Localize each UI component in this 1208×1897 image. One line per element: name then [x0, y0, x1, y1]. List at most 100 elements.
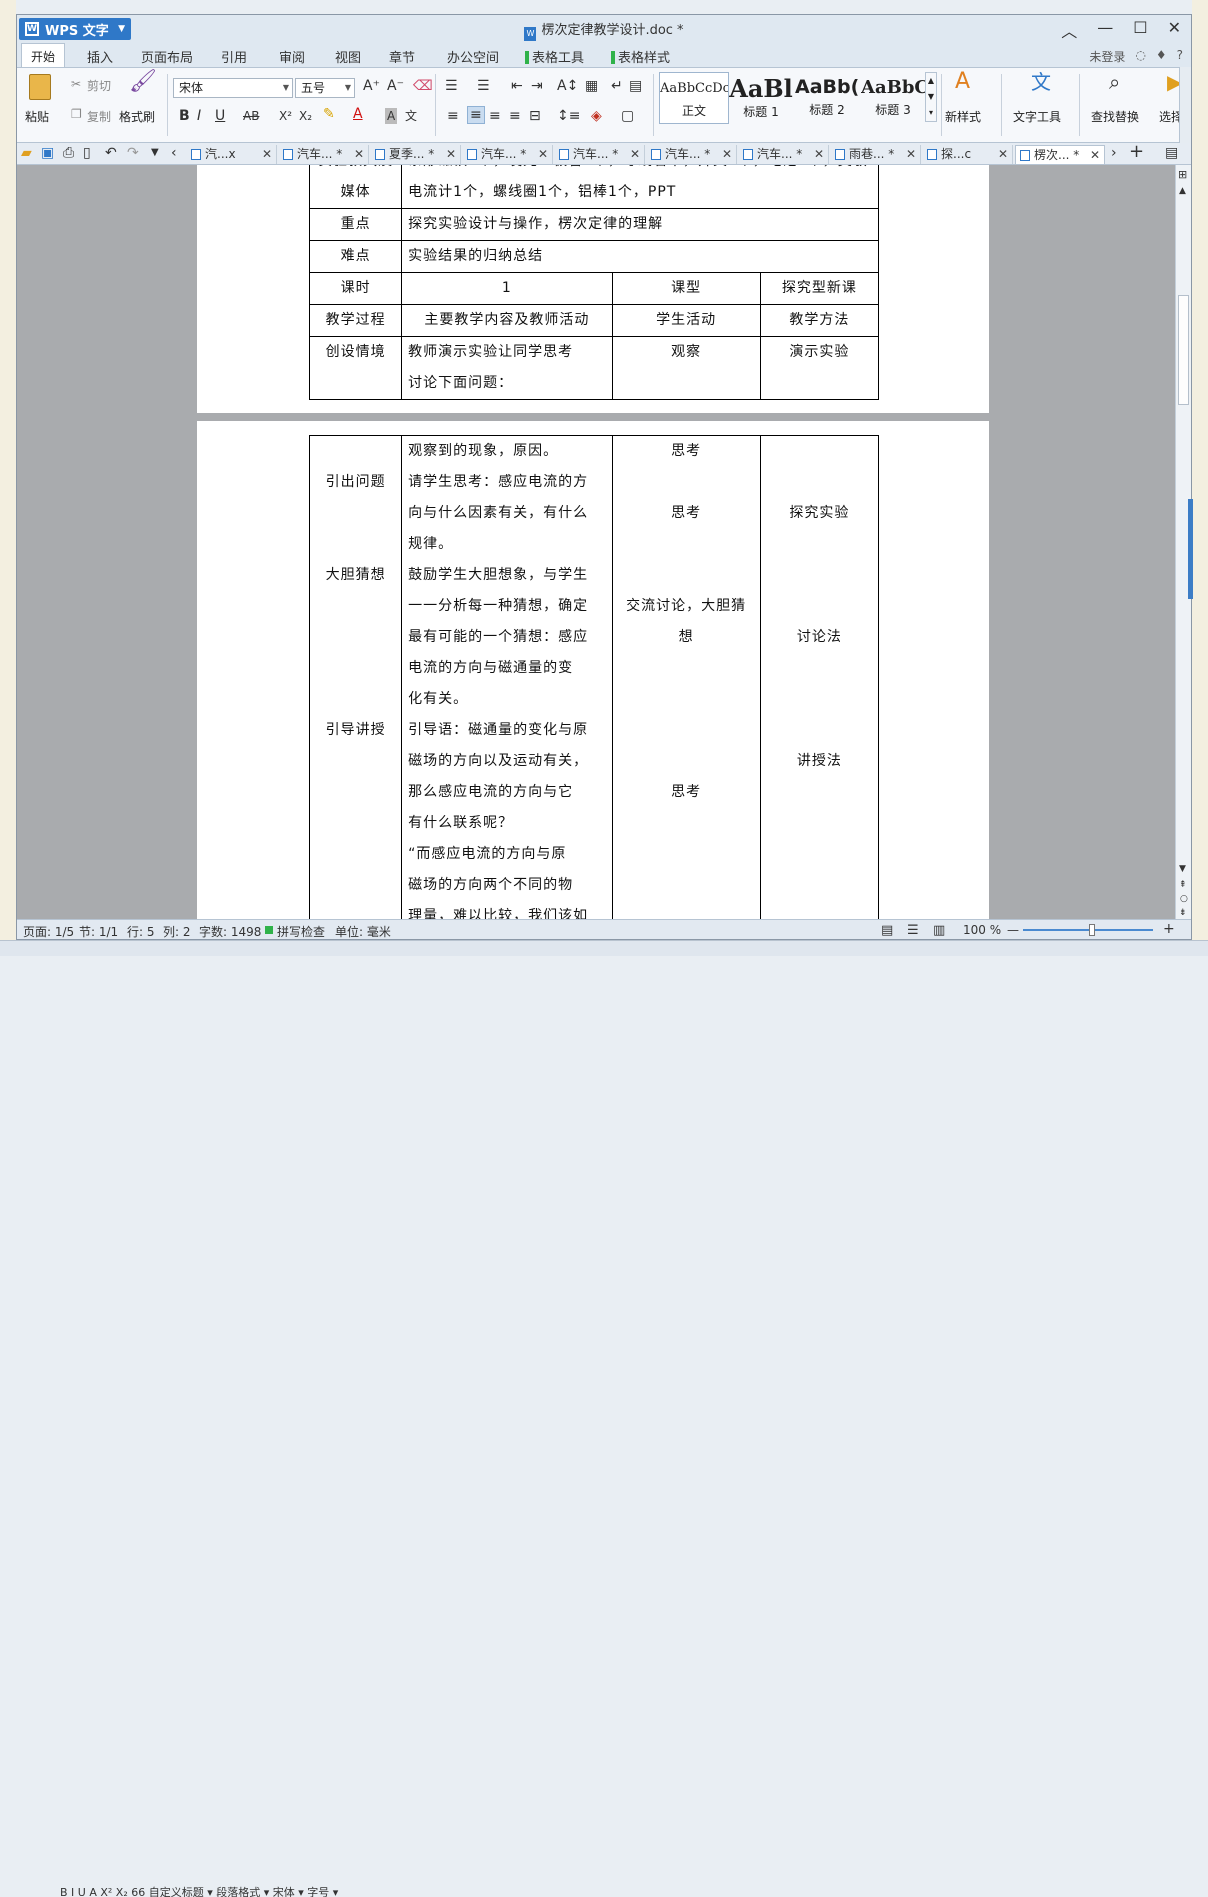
bold-icon[interactable]: B [179, 108, 190, 124]
shading-icon[interactable]: ◈ [591, 108, 602, 124]
tab-table-style[interactable]: 表格样式 [611, 47, 670, 66]
font-name-combo[interactable]: 宋体 ▼ [173, 78, 293, 98]
status-unit[interactable]: 单位: 毫米 [335, 923, 391, 940]
style-heading-3[interactable]: AaBbC 标题 3 [861, 72, 925, 122]
skin-icon[interactable]: ◌ [1135, 48, 1145, 65]
tabs-scroll-left-icon[interactable]: ‹ [171, 145, 177, 161]
shrink-font-icon[interactable]: A⁻ [387, 78, 404, 94]
table-cell[interactable]: 难点 [308, 240, 403, 273]
close-button[interactable]: ✕ [1168, 18, 1181, 42]
web-view-icon[interactable]: ▥ [933, 923, 945, 938]
doc-tab[interactable]: 汽车... * ✕ [647, 145, 737, 164]
subscript-icon[interactable]: X₂ [299, 108, 312, 124]
scroll-down-icon[interactable]: ▼ [1179, 861, 1186, 877]
align-center-icon[interactable]: ≡ [467, 106, 485, 124]
tab-review[interactable]: 审阅 [279, 47, 305, 66]
copy-icon[interactable]: ❐ [71, 106, 82, 122]
align-right-icon[interactable]: ≡ [489, 108, 501, 124]
tab-view[interactable]: 视图 [335, 47, 361, 66]
tab-list-icon[interactable]: ▤ [1165, 145, 1178, 161]
italic-icon[interactable]: I [197, 108, 201, 124]
help-button[interactable]: ? [1177, 48, 1183, 65]
collapse-ribbon-button[interactable]: ︿ [1061, 18, 1077, 42]
scroll-up-icon[interactable]: ▲ [1179, 183, 1186, 199]
strikethrough-icon[interactable]: AB [243, 108, 259, 124]
underline-icon[interactable]: U [215, 108, 225, 124]
distribute-icon[interactable]: ⊟ [529, 108, 541, 124]
table-cell[interactable]: 学生活动 [611, 304, 761, 337]
style-heading-1[interactable]: AaBl 标题 1 [729, 72, 793, 122]
doc-tab[interactable]: 汽车... * ✕ [279, 145, 369, 164]
char-shading-icon[interactable]: A [385, 108, 398, 124]
print-preview-icon[interactable]: ▯ [83, 145, 91, 161]
quick-access-menu-icon[interactable]: ▼ [151, 145, 159, 161]
ribbon-scroll-button[interactable] [1179, 67, 1191, 143]
table-cell[interactable]: 重点 [308, 208, 403, 241]
table-cell[interactable]: 探究实验设计与操作，楞次定律的理解 [401, 208, 879, 241]
table-cell[interactable]: 演示实验 [759, 336, 880, 400]
format-painter-label[interactable]: 格式刷 [119, 108, 155, 125]
text-tools-label[interactable]: 文字工具 [1013, 108, 1061, 125]
line-spacing-icon[interactable]: ↕≡ [557, 108, 580, 124]
tab-page-layout[interactable]: 页面布局 [141, 47, 193, 66]
text-tools-icon[interactable]: 文 [1031, 72, 1051, 92]
superscript-icon[interactable]: X² [279, 108, 292, 124]
phonetic-icon[interactable]: 文 [405, 108, 417, 124]
copy-label[interactable]: 复制 [87, 108, 111, 125]
table-cell[interactable]: 教师演示实验让同学思考 讨论下面问题： [401, 336, 613, 400]
app-menu-button[interactable]: W WPS 文字 ▼ [19, 18, 131, 40]
doc-tab[interactable]: 汽车... * ✕ [463, 145, 553, 164]
select-label[interactable]: 选择 [1159, 108, 1179, 125]
status-word-count[interactable]: 字数: 1498 [199, 923, 261, 940]
numbered-list-icon[interactable]: ☰ [477, 78, 490, 94]
font-size-combo[interactable]: 五号 ▼ [295, 78, 355, 98]
table-cell[interactable]: 实验结果的归纳总结 [401, 240, 879, 273]
find-replace-label[interactable]: 查找替换 [1091, 108, 1139, 125]
maximize-button[interactable]: ☐ [1133, 18, 1147, 42]
tab-chapter[interactable]: 章节 [389, 47, 415, 66]
table-cell[interactable]: 条形磁铁1个，发光二极管1个，导线若干，开关1个，电池1个，灵敏电流计1个，螺线… [401, 165, 879, 209]
zoom-out-icon[interactable]: — [1007, 923, 1019, 937]
text-direction-icon[interactable]: A↕ [557, 78, 578, 94]
method-column-cell[interactable]: 探究实验 讨论法 讲授法 [759, 435, 880, 919]
doc-tab[interactable]: 雨巷... * ✕ [831, 145, 921, 164]
increase-indent-icon[interactable]: ⇥ [531, 78, 543, 94]
tab-office-space[interactable]: 办公空间 [447, 47, 499, 66]
save-icon[interactable]: ▣ [41, 145, 54, 161]
table-cell[interactable]: 创设情境 [308, 336, 403, 400]
tab-start[interactable]: 开始 [21, 43, 65, 67]
content-column-cell[interactable]: 观察到的现象，原因。 请学生思考：感应电流的方 向与什么因素有关，有什么 规律。 鼓励学… [401, 435, 613, 919]
paste-button[interactable] [25, 74, 61, 104]
redo-icon[interactable]: ↷ [127, 145, 139, 161]
grow-font-icon[interactable]: A⁺ [363, 78, 380, 94]
highlight-icon[interactable]: ✎ [323, 106, 335, 122]
new-style-icon[interactable]: A [955, 71, 970, 93]
style-normal[interactable]: AaBbCcDc 正文 [659, 72, 729, 124]
zoom-level[interactable]: 100 % [963, 923, 1001, 937]
status-page[interactable]: 页面: 1/5 [23, 923, 74, 940]
doc-tab[interactable]: 夏季... * ✕ [371, 145, 461, 164]
zoom-slider-knob[interactable] [1089, 924, 1095, 936]
table-cell[interactable]: 观察 [611, 336, 761, 400]
table-cell[interactable]: 课时 [308, 272, 403, 305]
outline-view-icon[interactable]: ☰ [907, 923, 919, 938]
justify-icon[interactable]: ≡ [509, 108, 521, 124]
style-heading-2[interactable]: AaBb( 标题 2 [795, 72, 859, 122]
print-icon[interactable]: ⎙ [63, 145, 74, 161]
undo-icon[interactable]: ↶ [105, 145, 117, 161]
scissors-icon[interactable]: ✂ [71, 76, 81, 92]
student-activity-column-cell[interactable]: 思考 思考 交流讨论，大胆猜想思考 [611, 435, 761, 919]
table-cell[interactable]: 1 [401, 272, 613, 305]
tab-references[interactable]: 引用 [221, 47, 247, 66]
format-painter-icon[interactable]: 🖌 [129, 71, 157, 93]
paragraph-mark-icon[interactable]: ▤ [629, 78, 642, 94]
font-color-icon[interactable]: A [353, 106, 363, 122]
shirt-icon[interactable]: ♦ [1156, 48, 1167, 65]
zoom-in-icon[interactable]: + [1163, 921, 1175, 937]
table-cell[interactable]: 实验教具及媒体 [308, 165, 403, 209]
process-column-cell[interactable]: 引出问题 大胆猜想 引导讲授 [308, 435, 403, 919]
tab-insert[interactable]: 插入 [87, 47, 113, 66]
doc-tab[interactable]: 汽车... * ✕ [555, 145, 645, 164]
clear-format-icon[interactable]: ⌫ [413, 78, 433, 94]
zoom-slider-track[interactable] [1023, 929, 1153, 931]
